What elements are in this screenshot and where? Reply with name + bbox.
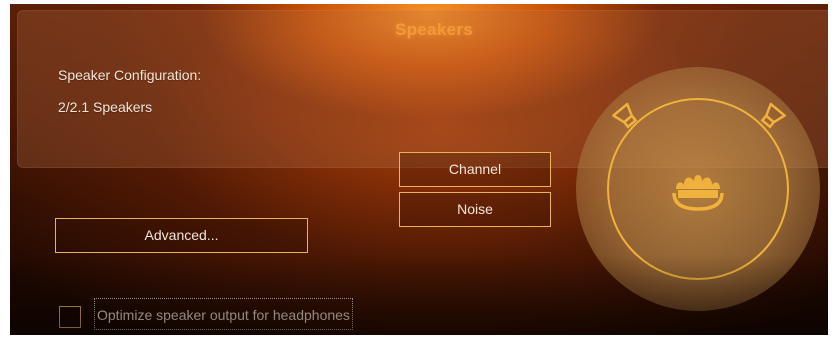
speaker-configuration-label: Speaker Configuration:: [58, 67, 202, 83]
channel-button[interactable]: Channel: [399, 152, 551, 187]
speaker-layout-svg: [576, 67, 820, 311]
speakers-panel: Speakers Speaker Configuration: 2/2.1 Sp…: [10, 4, 828, 335]
optimize-headphones-label[interactable]: Optimize speaker output for headphones: [94, 298, 353, 330]
page-title: Speakers: [394, 20, 473, 39]
speaker-configuration-value: 2/2.1 Speakers: [58, 99, 153, 115]
advanced-button[interactable]: Advanced...: [55, 218, 308, 253]
speaker-layout-visual: [576, 67, 820, 311]
app-frame: Speakers Speaker Configuration: 2/2.1 Sp…: [0, 0, 835, 339]
optimize-headphones-checkbox[interactable]: [59, 306, 81, 328]
noise-button[interactable]: Noise: [399, 192, 551, 227]
